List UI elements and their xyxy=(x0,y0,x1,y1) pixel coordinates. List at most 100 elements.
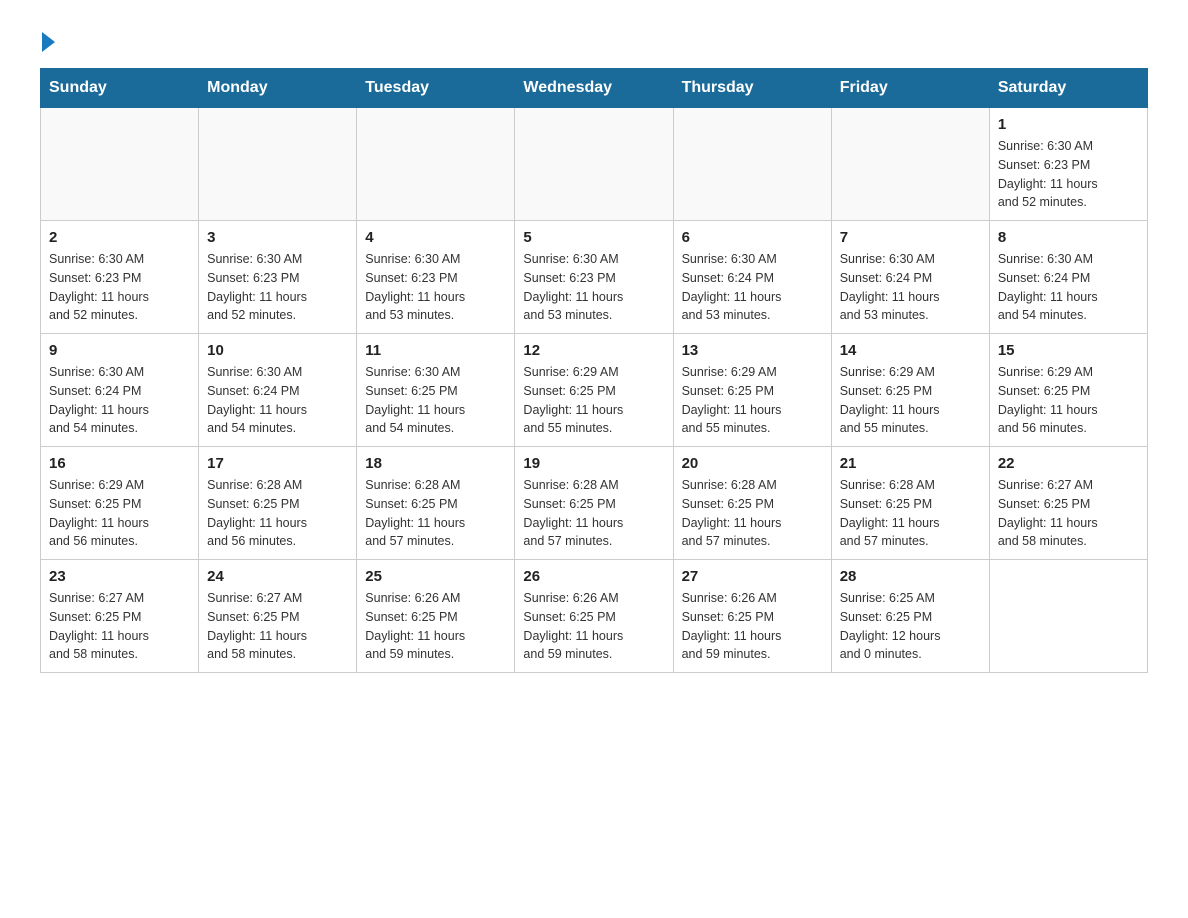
day-info: Sunrise: 6:25 AM Sunset: 6:25 PM Dayligh… xyxy=(840,589,981,664)
calendar-day: 4 Sunrise: 6:30 AM Sunset: 6:23 PM Daylig… xyxy=(357,221,515,334)
calendar-day: 24Sunrise: 6:27 AM Sunset: 6:25 PM Dayli… xyxy=(199,560,357,673)
day-info: Sunrise: 6:28 AM Sunset: 6:25 PM Dayligh… xyxy=(840,476,981,551)
day-number: 10 xyxy=(207,342,348,359)
day-number: 27 xyxy=(682,568,823,585)
day-number: 28 xyxy=(840,568,981,585)
day-info: Sunrise: 6:30 AM Sunset: 6:23 PM Dayligh… xyxy=(365,250,506,325)
day-info: Sunrise: 6:29 AM Sunset: 6:25 PM Dayligh… xyxy=(998,363,1139,438)
day-info: Sunrise: 6:28 AM Sunset: 6:25 PM Dayligh… xyxy=(523,476,664,551)
calendar-day xyxy=(357,108,515,221)
calendar-day: 21 Sunrise: 6:28 AM Sunset: 6:25 PM Dayli… xyxy=(831,447,989,560)
day-info: Sunrise: 6:26 AM Sunset: 6:25 PM Dayligh… xyxy=(682,589,823,664)
calendar-day: 18 Sunrise: 6:28 AM Sunset: 6:25 PM Dayli… xyxy=(357,447,515,560)
calendar-table: SundayMondayTuesdayWednesdayThursdayFrid… xyxy=(40,68,1148,673)
day-number: 18 xyxy=(365,455,506,472)
calendar-day: 28 Sunrise: 6:25 AM Sunset: 6:25 PM Dayli… xyxy=(831,560,989,673)
calendar-day: 10 Sunrise: 6:30 AM Sunset: 6:24 PM Dayli… xyxy=(199,334,357,447)
calendar-header-tuesday: Tuesday xyxy=(357,69,515,108)
calendar-day xyxy=(199,108,357,221)
calendar-day: 19 Sunrise: 6:28 AM Sunset: 6:25 PM Dayli… xyxy=(515,447,673,560)
day-info: Sunrise: 6:29 AM Sunset: 6:25 PM Dayligh… xyxy=(840,363,981,438)
day-info: Sunrise: 6:30 AM Sunset: 6:23 PM Dayligh… xyxy=(998,137,1139,212)
calendar-day: 23 Sunrise: 6:27 AM Sunset: 6:25 PM Dayli… xyxy=(41,560,199,673)
calendar-day: 16 Sunrise: 6:29 AM Sunset: 6:25 PM Dayli… xyxy=(41,447,199,560)
day-info: Sunrise: 6:30 AM Sunset: 6:23 PM Dayligh… xyxy=(49,250,190,325)
calendar-day: 9 Sunrise: 6:30 AM Sunset: 6:24 PM Daylig… xyxy=(41,334,199,447)
day-number: 25 xyxy=(365,568,506,585)
day-number: 11 xyxy=(365,342,506,359)
day-info: Sunrise: 6:30 AM Sunset: 6:24 PM Dayligh… xyxy=(840,250,981,325)
day-number: 14 xyxy=(840,342,981,359)
day-number: 19 xyxy=(523,455,664,472)
day-number: 26 xyxy=(523,568,664,585)
day-info: Sunrise: 6:28 AM Sunset: 6:25 PM Dayligh… xyxy=(365,476,506,551)
day-number: 7 xyxy=(840,229,981,246)
day-info: Sunrise: 6:29 AM Sunset: 6:25 PM Dayligh… xyxy=(523,363,664,438)
day-number: 8 xyxy=(998,229,1139,246)
day-number: 9 xyxy=(49,342,190,359)
day-number: 20 xyxy=(682,455,823,472)
day-info: Sunrise: 6:29 AM Sunset: 6:25 PM Dayligh… xyxy=(49,476,190,551)
day-info: Sunrise: 6:30 AM Sunset: 6:24 PM Dayligh… xyxy=(49,363,190,438)
day-number: 3 xyxy=(207,229,348,246)
calendar-day: 26Sunrise: 6:26 AM Sunset: 6:25 PM Dayli… xyxy=(515,560,673,673)
day-info: Sunrise: 6:30 AM Sunset: 6:23 PM Dayligh… xyxy=(207,250,348,325)
day-number: 6 xyxy=(682,229,823,246)
calendar-day: 14 Sunrise: 6:29 AM Sunset: 6:25 PM Dayli… xyxy=(831,334,989,447)
day-info: Sunrise: 6:27 AM Sunset: 6:25 PM Dayligh… xyxy=(998,476,1139,551)
day-number: 5 xyxy=(523,229,664,246)
day-number: 22 xyxy=(998,455,1139,472)
calendar-day: 15 Sunrise: 6:29 AM Sunset: 6:25 PM Dayli… xyxy=(989,334,1147,447)
day-info: Sunrise: 6:30 AM Sunset: 6:24 PM Dayligh… xyxy=(682,250,823,325)
day-number: 24 xyxy=(207,568,348,585)
calendar-day: 7 Sunrise: 6:30 AM Sunset: 6:24 PM Daylig… xyxy=(831,221,989,334)
calendar-day xyxy=(673,108,831,221)
calendar-week-row: 9 Sunrise: 6:30 AM Sunset: 6:24 PM Daylig… xyxy=(41,334,1148,447)
calendar-header-wednesday: Wednesday xyxy=(515,69,673,108)
calendar-day xyxy=(41,108,199,221)
day-number: 23 xyxy=(49,568,190,585)
calendar-day: 27 Sunrise: 6:26 AM Sunset: 6:25 PM Dayli… xyxy=(673,560,831,673)
day-number: 4 xyxy=(365,229,506,246)
day-info: Sunrise: 6:28 AM Sunset: 6:25 PM Dayligh… xyxy=(207,476,348,551)
calendar-day xyxy=(989,560,1147,673)
day-number: 12 xyxy=(523,342,664,359)
day-info: Sunrise: 6:30 AM Sunset: 6:23 PM Dayligh… xyxy=(523,250,664,325)
calendar-day xyxy=(831,108,989,221)
calendar-week-row: 1 Sunrise: 6:30 AM Sunset: 6:23 PM Daylig… xyxy=(41,108,1148,221)
calendar-header-row: SundayMondayTuesdayWednesdayThursdayFrid… xyxy=(41,69,1148,108)
calendar-day: 2 Sunrise: 6:30 AM Sunset: 6:23 PM Daylig… xyxy=(41,221,199,334)
day-number: 13 xyxy=(682,342,823,359)
calendar-day: 1 Sunrise: 6:30 AM Sunset: 6:23 PM Daylig… xyxy=(989,108,1147,221)
calendar-day: 13Sunrise: 6:29 AM Sunset: 6:25 PM Dayli… xyxy=(673,334,831,447)
logo-triangle-icon xyxy=(42,32,55,52)
calendar-day xyxy=(515,108,673,221)
calendar-header-monday: Monday xyxy=(199,69,357,108)
day-info: Sunrise: 6:26 AM Sunset: 6:25 PM Dayligh… xyxy=(365,589,506,664)
calendar-day: 22 Sunrise: 6:27 AM Sunset: 6:25 PM Dayli… xyxy=(989,447,1147,560)
calendar-day: 3 Sunrise: 6:30 AM Sunset: 6:23 PM Daylig… xyxy=(199,221,357,334)
calendar-day: 11 Sunrise: 6:30 AM Sunset: 6:25 PM Dayli… xyxy=(357,334,515,447)
calendar-week-row: 16 Sunrise: 6:29 AM Sunset: 6:25 PM Dayli… xyxy=(41,447,1148,560)
calendar-week-row: 2 Sunrise: 6:30 AM Sunset: 6:23 PM Daylig… xyxy=(41,221,1148,334)
day-number: 15 xyxy=(998,342,1139,359)
day-number: 16 xyxy=(49,455,190,472)
calendar-day: 12 Sunrise: 6:29 AM Sunset: 6:25 PM Dayli… xyxy=(515,334,673,447)
day-number: 1 xyxy=(998,116,1139,133)
calendar-day: 17 Sunrise: 6:28 AM Sunset: 6:25 PM Dayli… xyxy=(199,447,357,560)
calendar-day: 5 Sunrise: 6:30 AM Sunset: 6:23 PM Daylig… xyxy=(515,221,673,334)
day-number: 2 xyxy=(49,229,190,246)
calendar-header-friday: Friday xyxy=(831,69,989,108)
calendar-day: 20Sunrise: 6:28 AM Sunset: 6:25 PM Dayli… xyxy=(673,447,831,560)
calendar-day: 25 Sunrise: 6:26 AM Sunset: 6:25 PM Dayli… xyxy=(357,560,515,673)
calendar-week-row: 23 Sunrise: 6:27 AM Sunset: 6:25 PM Dayli… xyxy=(41,560,1148,673)
logo xyxy=(40,30,55,48)
day-info: Sunrise: 6:30 AM Sunset: 6:24 PM Dayligh… xyxy=(998,250,1139,325)
calendar-header-saturday: Saturday xyxy=(989,69,1147,108)
day-info: Sunrise: 6:30 AM Sunset: 6:24 PM Dayligh… xyxy=(207,363,348,438)
day-info: Sunrise: 6:30 AM Sunset: 6:25 PM Dayligh… xyxy=(365,363,506,438)
calendar-day: 8 Sunrise: 6:30 AM Sunset: 6:24 PM Daylig… xyxy=(989,221,1147,334)
day-number: 21 xyxy=(840,455,981,472)
day-info: Sunrise: 6:27 AM Sunset: 6:25 PM Dayligh… xyxy=(49,589,190,664)
day-number: 17 xyxy=(207,455,348,472)
